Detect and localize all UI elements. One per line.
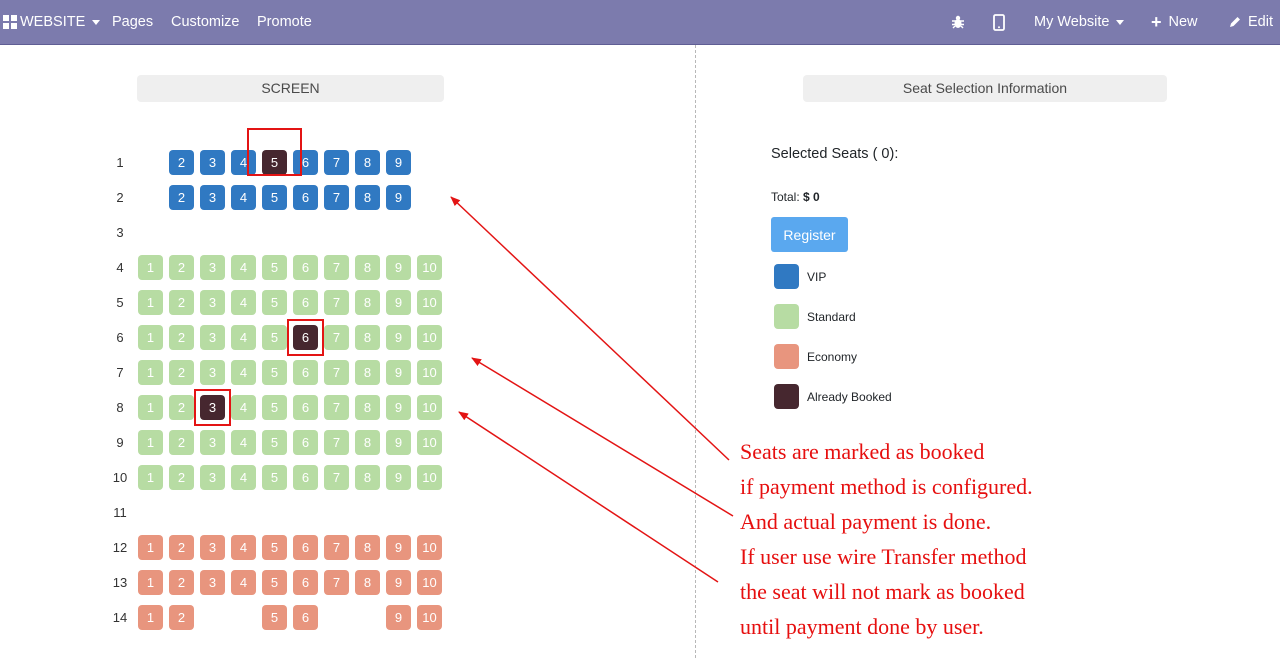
annotation-line: If user use wire Transfer method xyxy=(740,544,1027,569)
annotation-line: if payment method is configured. xyxy=(740,474,1033,499)
annotation-arrows xyxy=(450,196,734,583)
arrow-2 xyxy=(471,357,734,517)
annotation-line: Seats are marked as booked xyxy=(740,439,985,464)
booking-annotation: Seats are marked as booked if payment me… xyxy=(740,434,1033,644)
arrow-3 xyxy=(458,411,719,583)
annotation-line: And actual payment is done. xyxy=(740,509,992,534)
arrow-1 xyxy=(450,196,730,461)
annotation-line: until payment done by user. xyxy=(740,614,984,639)
annotation-line: the seat will not mark as booked xyxy=(740,579,1025,604)
